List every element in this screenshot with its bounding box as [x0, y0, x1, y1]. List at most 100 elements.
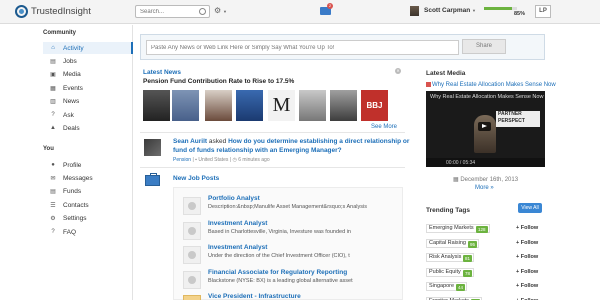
sidebar-item-label: Deals [63, 124, 80, 132]
video-controls[interactable]: 00:00 / 05:34 [426, 158, 545, 167]
search-box[interactable] [135, 5, 210, 18]
tag-chip[interactable]: Singapore 44 [426, 282, 467, 291]
sidebar-item-events[interactable]: ▦ Events [43, 82, 133, 94]
news-thumbnail[interactable] [236, 90, 263, 121]
job-description: Blackstone (NYSE: BX) is a leading globa… [208, 277, 353, 284]
activity-type[interactable]: Pension [173, 157, 191, 163]
faq-icon: ? [51, 229, 55, 235]
latest-media-heading: Latest Media [426, 70, 466, 77]
avatar[interactable] [144, 139, 161, 156]
post-input[interactable] [146, 40, 459, 55]
clock-icon: ◷ [232, 157, 237, 163]
calendar-icon: ▦ [50, 85, 56, 92]
job-title-link[interactable]: Financial Associate for Regulatory Repor… [208, 269, 347, 276]
video-player[interactable]: Why Real Estate Allocation Makes Sense N… [426, 91, 545, 167]
user-initials-button[interactable]: LP [535, 5, 551, 18]
sidebar-item-ask[interactable]: ? Ask [43, 109, 133, 121]
close-icon[interactable]: ✕ [395, 68, 401, 74]
tag-chip[interactable]: Emerging Markets 128 [426, 224, 490, 233]
company-logo[interactable] [183, 221, 201, 240]
follow-button[interactable]: + Follow [516, 283, 538, 289]
job-title-link[interactable]: Vice President - Infrastructure [208, 293, 301, 300]
sidebar-item-label: Jobs [63, 57, 77, 65]
tag-chip[interactable]: Capital Raising 95 [426, 238, 479, 248]
sidebar-item-contacts[interactable]: ☰ Contacts [43, 199, 133, 211]
tag-count-badge: 95 [468, 240, 478, 248]
top-bar: TrustedInsight ⚙ ▼ 2 Scott Carpman ▼ 85%… [0, 0, 600, 24]
gear-icon: ⚙ [50, 216, 56, 223]
follow-button[interactable]: + Follow [516, 240, 538, 246]
user-name[interactable]: Scott Carpman [424, 7, 470, 14]
job-posts-heading[interactable]: New Job Posts [173, 175, 219, 182]
job-title-link[interactable]: Investment Analyst [208, 244, 267, 251]
news-thumbnail[interactable]: BBJ [361, 90, 388, 121]
home-icon: ⌂ [51, 45, 55, 51]
company-logo[interactable] [183, 270, 201, 289]
search-input[interactable] [136, 8, 196, 15]
sidebar-item-jobs[interactable]: ▤ Jobs [43, 55, 133, 67]
profile-progress-bar [484, 7, 517, 10]
news-thumbnail[interactable] [143, 90, 170, 121]
job-description: Description:&nbsp;Manulife Asset Managem… [208, 204, 367, 210]
profile-progress-text: 85% [514, 11, 526, 17]
sidebar-item-faq[interactable]: ? FAQ [43, 226, 133, 238]
sidebar-item-settings[interactable]: ⚙ Settings [43, 213, 133, 225]
sidebar-item-label: Media [63, 71, 81, 79]
video-frame [474, 115, 496, 153]
view-all-button[interactable]: View All [518, 203, 542, 213]
app-logo[interactable]: TrustedInsight [15, 5, 91, 18]
news-headline[interactable]: Pension Fund Contribution Rate to Rise t… [143, 78, 294, 85]
company-logo[interactable]: CIM [183, 295, 201, 300]
sidebar-item-label: FAQ [63, 228, 77, 236]
follow-button[interactable]: + Follow [516, 254, 538, 260]
video-time: 00:00 / 05:34 [446, 159, 476, 166]
company-logo[interactable] [183, 197, 201, 215]
sidebar-item-media[interactable]: ▣ Media [43, 69, 133, 81]
sidebar-item-news[interactable]: ▥ News [43, 96, 133, 108]
tag-chip[interactable]: Frontier Markets40 [426, 296, 482, 300]
play-icon[interactable] [478, 122, 491, 131]
share-button[interactable]: Share [462, 39, 506, 54]
search-icon[interactable] [199, 8, 206, 15]
chevron-down-icon[interactable]: ▼ [223, 9, 227, 14]
tag-count-badge: 44 [456, 284, 466, 291]
activity-time: 6 minutes ago [238, 157, 270, 163]
gear-icon[interactable]: ⚙ [214, 6, 221, 15]
contacts-icon: ☰ [50, 202, 56, 209]
activity-actor[interactable]: Sean Aurilt [173, 138, 207, 145]
sidebar-item-label: Profile [63, 161, 82, 169]
tag-name: Emerging Markets [429, 225, 474, 231]
news-thumbnail[interactable]: M [268, 90, 295, 121]
sidebar-item-deals[interactable]: ▲ Deals [43, 122, 133, 134]
tag-name: Risk Analysis [429, 254, 462, 260]
news-thumbnail[interactable] [299, 90, 326, 121]
see-more-link[interactable]: See More [371, 124, 397, 130]
sidebar-item-messages[interactable]: ✉ Messages [43, 172, 133, 184]
sidebar-item-activity[interactable]: ⌂ Activity [43, 42, 133, 54]
tag-chip[interactable]: Risk Analysis 81 [426, 253, 474, 262]
media-link[interactable]: Why Real Estate Allocation Makes Sense N… [426, 82, 556, 88]
follow-button[interactable]: + Follow [516, 225, 538, 231]
follow-button[interactable]: + Follow [516, 269, 538, 275]
flag-icon: ▪ [195, 157, 197, 163]
job-title-link[interactable]: Portfolio Analyst [208, 195, 260, 202]
job-title-link[interactable]: Investment Analyst [208, 220, 267, 227]
sidebar-item-profile[interactable]: ● Profile [43, 159, 133, 171]
tag-count-badge: 78 [463, 269, 473, 277]
sidebar-item-funds[interactable]: ▤ Funds [43, 186, 133, 198]
activity-location: United States [198, 157, 229, 163]
news-thumbnail[interactable] [330, 90, 357, 121]
tag-chip[interactable]: Public Equity 78 [426, 267, 474, 277]
job-description: Under the direction of the Chief Investm… [208, 253, 350, 259]
calendar-icon: ▦ [453, 177, 459, 183]
sidebar-heading-community: Community [43, 30, 76, 36]
more-media-link[interactable]: More » [475, 185, 494, 191]
funds-icon: ▤ [50, 189, 56, 196]
avatar[interactable] [410, 6, 419, 16]
activity-meta: Pension | ▪ United States | ◷ 6 minutes … [173, 157, 270, 163]
news-thumbnail[interactable] [172, 90, 199, 121]
company-logo[interactable] [183, 246, 201, 264]
media-link-text[interactable]: Why Real Estate Allocation Makes Sense N… [432, 82, 556, 88]
news-thumbnail[interactable] [205, 90, 232, 121]
user-menu-chevron-icon[interactable]: ▼ [472, 8, 476, 13]
